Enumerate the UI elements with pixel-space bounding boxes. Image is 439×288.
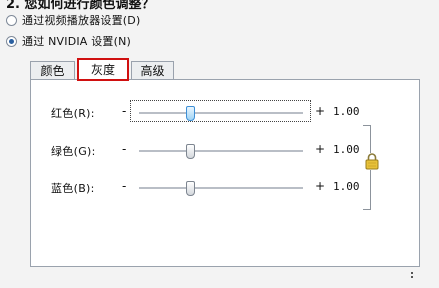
blue-minus: - xyxy=(122,179,127,193)
blue-plus: + xyxy=(315,179,326,193)
lock-icon[interactable] xyxy=(365,152,379,170)
option-video-player-label: 通过视频播放器设置(D) xyxy=(22,14,141,27)
blue-slider-track[interactable] xyxy=(139,181,303,196)
tab-advanced[interactable]: 高级 xyxy=(131,61,174,80)
slider-row-red: 红色(R): - + 1.00 xyxy=(31,100,421,123)
resize-grip xyxy=(411,272,415,278)
green-label: 绿色(G): xyxy=(51,145,96,158)
radio-nvidia[interactable] xyxy=(6,35,17,47)
radio-video-player[interactable] xyxy=(6,14,17,26)
option-nvidia-label: 通过 NVIDIA 设置(N) xyxy=(22,35,132,48)
option-video-player[interactable]: 通过视频播放器设置(D) xyxy=(6,12,140,28)
red-value: 1.00 xyxy=(333,105,360,118)
red-label: 红色(R): xyxy=(51,107,95,120)
focus-indicator xyxy=(130,100,311,122)
lock-bracket-bottom xyxy=(363,170,371,210)
blue-label: 蓝色(B): xyxy=(51,182,95,195)
lock-bracket-top xyxy=(363,125,371,153)
red-plus: + xyxy=(315,104,326,118)
green-plus: + xyxy=(315,142,326,156)
color-tabs: 颜色 灰度 高级 红色(R): - + 1.00 绿色(G): - + 1.00… xyxy=(30,58,430,283)
tab-grayscale[interactable]: 灰度 xyxy=(77,58,129,81)
blue-slider-thumb[interactable] xyxy=(186,181,195,196)
tab-color[interactable]: 颜色 xyxy=(30,61,75,80)
blue-value: 1.00 xyxy=(333,180,360,193)
grayscale-panel: 红色(R): - + 1.00 绿色(G): - + 1.00 蓝色(B): -… xyxy=(30,79,420,267)
red-slider-track[interactable] xyxy=(139,106,303,121)
section-heading: 2. 您如何进行颜色调整？ xyxy=(6,0,155,12)
green-minus: - xyxy=(122,142,127,156)
green-slider-track[interactable] xyxy=(139,144,303,159)
option-nvidia[interactable]: 通过 NVIDIA 设置(N) xyxy=(6,33,131,49)
red-slider-thumb[interactable] xyxy=(186,106,195,121)
green-value: 1.00 xyxy=(333,143,360,156)
green-slider-thumb[interactable] xyxy=(186,144,195,159)
red-minus: - xyxy=(122,104,127,118)
